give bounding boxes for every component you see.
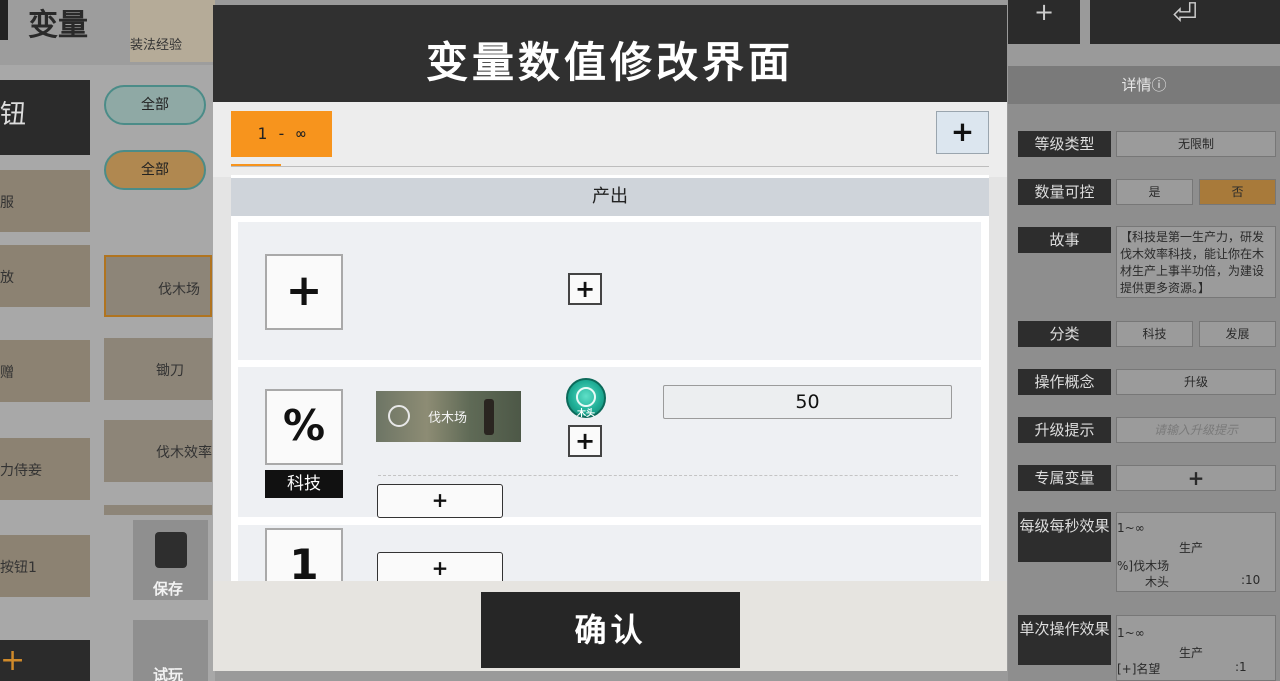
- wood-icon: [388, 405, 410, 427]
- content-scroll-area[interactable]: 产出 + + % 科技 伐木场 木头 + 50 + 1 +: [231, 175, 989, 581]
- add-button-top[interactable]: +: [1008, 0, 1080, 44]
- category-label: 分类: [1018, 321, 1111, 347]
- list-item[interactable]: 力侍妾: [0, 438, 90, 500]
- section-header-output: 产出: [231, 178, 989, 216]
- per-sec-effect-label: 每级每秒效果: [1018, 512, 1111, 562]
- card-item[interactable]: 伐木场: [104, 255, 212, 317]
- add-resource-button[interactable]: +: [568, 425, 602, 457]
- back-tab[interactable]: [0, 0, 8, 40]
- number-box[interactable]: 1: [265, 528, 343, 581]
- modal-header: 变量数值修改界面: [213, 5, 1007, 102]
- thumbnail-label: 伐木场: [428, 411, 468, 426]
- add-item-button[interactable]: +: [377, 552, 503, 581]
- qty-yes-toggle[interactable]: 是: [1116, 179, 1193, 205]
- button-category-label: 钮: [0, 100, 27, 130]
- top-thumbnail-label: 装法经验: [130, 38, 183, 53]
- output-row-empty: + +: [238, 222, 981, 360]
- level-type-value[interactable]: 无限制: [1116, 131, 1276, 157]
- operation-value[interactable]: 升级: [1116, 369, 1276, 395]
- add-resource-button[interactable]: +: [568, 273, 602, 305]
- list-item[interactable]: 服: [0, 170, 90, 232]
- per-sec-effect-box[interactable]: 1~∞ 生产 %]伐木场 木头 :10: [1116, 512, 1276, 592]
- button-category[interactable]: 钮: [0, 80, 90, 155]
- modal-title: 变量数值修改界面: [425, 38, 794, 87]
- output-row: % 科技 伐木场 木头 + 50 +: [238, 367, 981, 518]
- story-field[interactable]: 【科技是第一生产力，研发伐木效率科技，能让你在木材生产上事半功倍，为建设提供更多…: [1116, 226, 1276, 298]
- add-item-button[interactable]: +: [377, 484, 503, 518]
- operator-percent-button[interactable]: %: [265, 389, 343, 465]
- tab-divider: [231, 166, 989, 167]
- qty-no-toggle[interactable]: 否: [1199, 179, 1276, 205]
- upgrade-hint-input[interactable]: 请输入升级提示: [1116, 417, 1276, 443]
- category-tag: 科技: [265, 470, 343, 498]
- top-thumbnail[interactable]: 装法经验: [130, 0, 215, 62]
- card-item[interactable]: 锄刀: [104, 338, 212, 400]
- save-icon: [155, 532, 187, 568]
- filter-all-button[interactable]: 全部: [104, 85, 206, 125]
- list-item[interactable]: 按钮1: [0, 535, 90, 597]
- list-item[interactable]: 赠: [0, 340, 90, 402]
- list-item[interactable]: 放: [0, 245, 90, 307]
- lumber-yard-thumbnail[interactable]: 伐木场: [376, 391, 521, 442]
- worker-figure: [484, 399, 494, 435]
- single-op-effect-label: 单次操作效果: [1018, 615, 1111, 665]
- add-button-left[interactable]: +: [0, 640, 90, 681]
- output-row-partial: 1 +: [238, 525, 981, 581]
- story-label: 故事: [1018, 227, 1111, 253]
- category-dev-toggle[interactable]: 发展: [1199, 321, 1276, 347]
- tab-level-range[interactable]: 1 - ∞: [231, 111, 332, 157]
- filter-all-button-active[interactable]: 全部: [104, 150, 206, 190]
- exclusive-var-label: 专属变量: [1018, 465, 1111, 491]
- operation-label: 操作概念: [1018, 369, 1111, 395]
- single-op-effect-box[interactable]: 1~∞ 生产 [+]名望 :1: [1116, 615, 1276, 681]
- category-tech-toggle[interactable]: 科技: [1116, 321, 1193, 347]
- exclusive-var-add-button[interactable]: +: [1116, 465, 1276, 491]
- add-operator-button[interactable]: +: [265, 254, 343, 330]
- variable-edit-modal: 变量数值修改界面 1 - ∞ + 产出 + + % 科技 伐木场 木头 + 50: [213, 5, 1007, 671]
- detail-header: 详情ⓘ: [1008, 66, 1280, 104]
- page-title: 变量: [28, 8, 88, 43]
- play-button[interactable]: 试玩: [133, 620, 208, 681]
- row-divider: [378, 475, 958, 476]
- level-tabs: 1 - ∞ +: [213, 102, 1007, 177]
- exit-button[interactable]: ⏎: [1090, 0, 1280, 44]
- qty-control-label: 数量可控: [1018, 179, 1111, 205]
- card-item[interactable]: [104, 505, 212, 515]
- value-input[interactable]: 50: [663, 385, 952, 419]
- level-type-label: 等级类型: [1018, 131, 1111, 157]
- save-button[interactable]: 保存: [133, 520, 208, 600]
- wood-resource-icon[interactable]: 木头: [566, 378, 606, 419]
- resource-caption: 木头: [576, 409, 595, 419]
- card-item[interactable]: 伐木效率: [104, 420, 212, 482]
- confirm-button[interactable]: 确认: [481, 592, 740, 668]
- add-tab-button[interactable]: +: [936, 111, 989, 154]
- wood-ring-icon: [576, 387, 596, 407]
- upgrade-hint-label: 升级提示: [1018, 417, 1111, 443]
